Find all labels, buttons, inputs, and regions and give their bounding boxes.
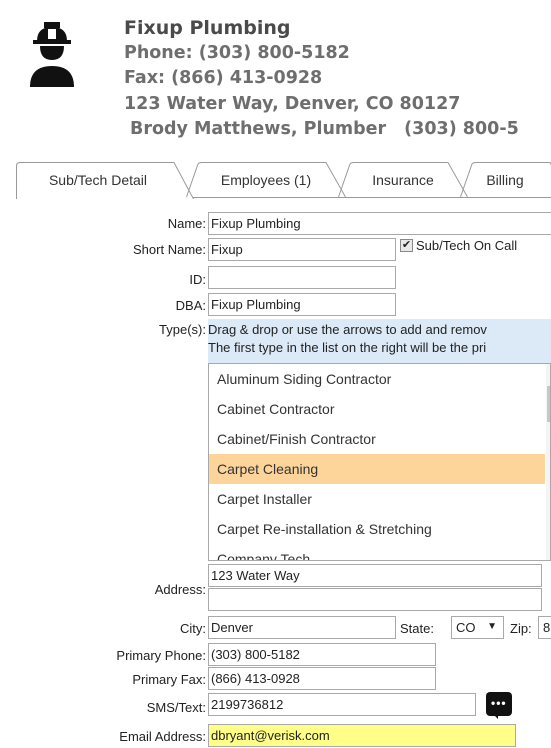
contact-line: Brody Matthews, Plumber (303) 800-5: [130, 119, 519, 139]
type-item[interactable]: Cabinet/Finish Contractor: [209, 424, 545, 454]
address-line2-field[interactable]: [208, 588, 542, 611]
type-item-selected[interactable]: Carpet Cleaning: [209, 454, 545, 484]
tab-label: Sub/Tech Detail: [48, 172, 148, 188]
company-address: 123 Water Way, Denver, CO 80127: [124, 94, 461, 114]
address-line1-field[interactable]: 123 Water Way: [208, 564, 542, 587]
types-hint-line-1: Drag & drop or use the arrows to add and…: [208, 322, 487, 337]
type-item[interactable]: Cabinet Contractor: [209, 394, 545, 424]
tab-divider: [193, 197, 551, 198]
company-name: Fixup Plumbing: [124, 17, 291, 39]
short-name-field[interactable]: Fixup: [208, 238, 396, 261]
dba-field[interactable]: Fixup Plumbing: [208, 293, 396, 316]
primary-fax-label: Primary Fax:: [132, 672, 206, 687]
types-label: Type(s):: [159, 322, 206, 337]
tab-insurance[interactable]: Insurance: [338, 162, 468, 198]
city-label: City:: [180, 621, 206, 636]
email-label: Email Address:: [119, 729, 206, 744]
chat-bubble-tail: [492, 713, 498, 719]
on-call-checkbox[interactable]: ✔: [400, 239, 413, 252]
type-item[interactable]: Carpet Installer: [209, 484, 545, 514]
state-select[interactable]: CO ▼: [451, 616, 504, 639]
tab-label: Insurance: [372, 172, 434, 188]
contact-phone: (303) 800-5: [404, 119, 519, 139]
type-item[interactable]: Carpet Re-installation & Stretching: [209, 514, 545, 544]
company-fax: Fax: (866) 413-0928: [124, 68, 323, 88]
email-field[interactable]: dbryant@verisk.com: [208, 724, 516, 747]
tab-employees[interactable]: Employees (1): [186, 162, 346, 198]
type-item[interactable]: Company Tech: [209, 544, 545, 560]
type-item[interactable]: Aluminum Siding Contractor: [209, 364, 545, 394]
id-field[interactable]: [208, 266, 396, 289]
tab-sub-tech-detail[interactable]: Sub/Tech Detail: [16, 162, 194, 199]
tab-label: Employees (1): [220, 172, 312, 188]
short-name-label: Short Name:: [133, 242, 206, 257]
construction-worker-icon: [30, 22, 74, 87]
name-field[interactable]: Fixup Plumbing: [208, 212, 551, 235]
chevron-down-icon: ▼: [487, 621, 497, 632]
primary-phone-field[interactable]: (303) 800-5182: [208, 643, 436, 666]
state-label: State:: [400, 621, 434, 636]
state-value: CO: [456, 620, 476, 635]
zip-label: Zip:: [510, 621, 532, 636]
dba-label: DBA:: [175, 298, 206, 313]
on-call-label: Sub/Tech On Call: [416, 238, 518, 253]
city-field[interactable]: Denver: [208, 616, 396, 639]
sms-field[interactable]: 2199736812: [208, 693, 476, 716]
list-scrollbar-thumb[interactable]: [547, 386, 550, 422]
chat-bubble-icon[interactable]: •••: [486, 692, 512, 719]
zip-field[interactable]: 8: [538, 616, 551, 639]
primary-fax-field[interactable]: (866) 413-0928: [208, 667, 436, 690]
primary-phone-label: Primary Phone:: [116, 648, 206, 663]
address-label: Address:: [154, 582, 206, 597]
sms-label: SMS/Text:: [146, 700, 206, 715]
tab-bar: Sub/Tech Detail Employees (1) Insurance …: [16, 162, 551, 199]
types-hint: Drag & drop or use the arrows to add and…: [208, 319, 551, 363]
contact-name: Brody Matthews, Plumber: [130, 119, 387, 139]
chat-dots: •••: [491, 696, 507, 710]
tab-label: Billing: [486, 172, 524, 188]
company-phone: Phone: (303) 800-5182: [124, 43, 350, 63]
name-label: Name:: [167, 216, 206, 231]
tab-billing[interactable]: Billing: [460, 162, 551, 198]
id-label: ID:: [189, 272, 206, 287]
type-list[interactable]: Aluminum Siding Contractor Cabinet Contr…: [208, 363, 551, 561]
types-hint-line-2: The first type in the list on the right …: [208, 340, 487, 355]
